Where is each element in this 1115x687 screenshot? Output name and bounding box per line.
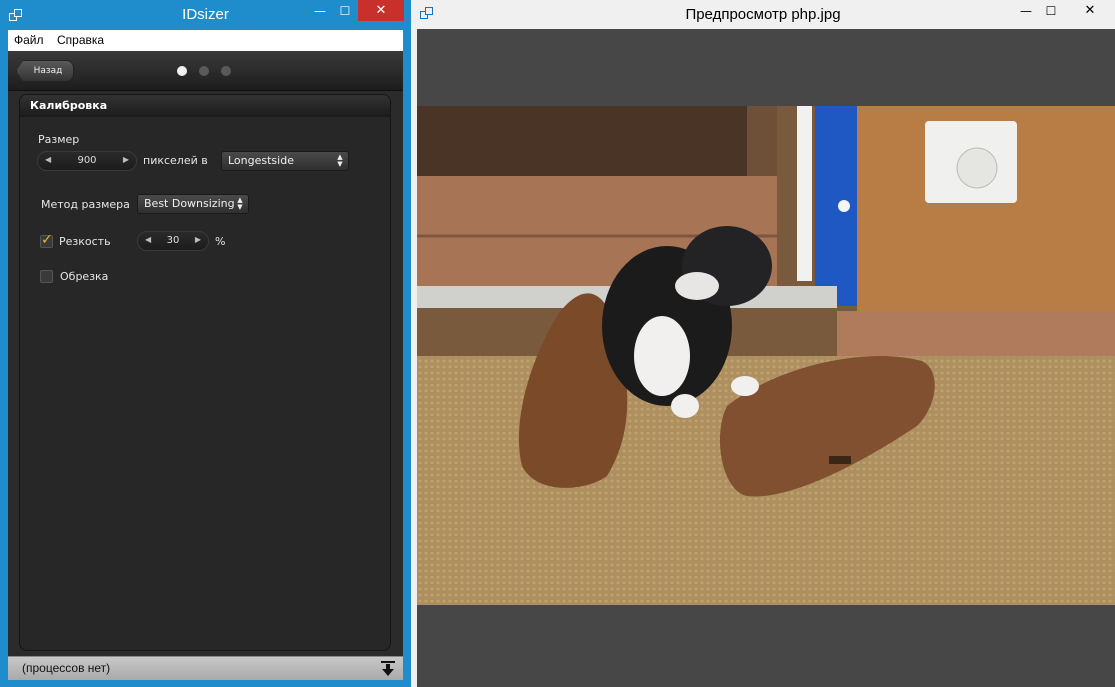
checkmark-icon: ✓ [41, 232, 53, 248]
step-indicator-2[interactable] [199, 66, 209, 76]
image-viewer [417, 29, 1115, 687]
size-value: 900 [77, 155, 97, 166]
status-bar: (процессов нет) [8, 656, 403, 680]
chevron-right-icon[interactable]: ▶ [123, 155, 129, 164]
toolbar: Назад [8, 51, 403, 91]
side-select[interactable]: Longestside ▲ ▼ [221, 151, 349, 171]
preview-photo [417, 106, 1115, 605]
menu-help[interactable]: Справка [57, 33, 104, 47]
side-select-value: Longestside [228, 154, 294, 167]
pixels-in-label: пикселей в [143, 154, 208, 167]
updown-icon: ▲ ▼ [237, 196, 243, 211]
method-select[interactable]: Best Downsizing ▲ ▼ [137, 194, 249, 214]
method-select-value: Best Downsizing [144, 197, 235, 210]
sharpness-unit: % [215, 235, 226, 248]
close-button[interactable]: ✕ [358, 0, 404, 21]
maximize-button[interactable]: ☐ [330, 0, 360, 22]
maximize-button[interactable]: ☐ [1036, 0, 1066, 22]
window-title: Предпросмотр php.jpg [685, 6, 841, 23]
menu-file[interactable]: Файл [14, 33, 44, 47]
title-bar[interactable]: IDsizer — ☐ ✕ [0, 0, 411, 30]
menu-bar: Файл Справка [8, 30, 403, 51]
calibration-panel: Калибровка Размер ◀ 900 ▶ пикселей в Lon… [19, 94, 391, 651]
sharpness-checkbox[interactable]: ✓ [40, 232, 53, 248]
app-body: Назад Калибровка Размер ◀ 900 ▶ пикселей… [8, 51, 403, 656]
crop-label: Обрезка [60, 270, 109, 283]
back-button[interactable]: Назад [16, 60, 74, 82]
sharpness-label: Резкость [59, 235, 111, 248]
idsizer-window: IDsizer — ☐ ✕ Файл Справка Назад Калибро… [0, 0, 411, 687]
close-button[interactable]: ✕ [1067, 0, 1113, 21]
chevron-right-icon[interactable]: ▶ [195, 235, 201, 244]
sharpness-stepper[interactable]: ◀ 30 ▶ [137, 231, 209, 251]
step-indicator-1[interactable] [177, 66, 187, 76]
method-label: Метод размера [41, 198, 130, 211]
size-label: Размер [38, 133, 80, 146]
step-indicator-3[interactable] [221, 66, 231, 76]
updown-icon: ▲ ▼ [337, 153, 343, 168]
panel-title: Калибровка [20, 95, 390, 117]
size-stepper[interactable]: ◀ 900 ▶ [37, 151, 137, 171]
status-text: (процессов нет) [22, 661, 111, 675]
download-icon[interactable] [380, 661, 396, 677]
crop-checkbox[interactable] [40, 270, 53, 283]
preview-window: Предпросмотр php.jpg — ☐ ✕ [411, 0, 1115, 687]
